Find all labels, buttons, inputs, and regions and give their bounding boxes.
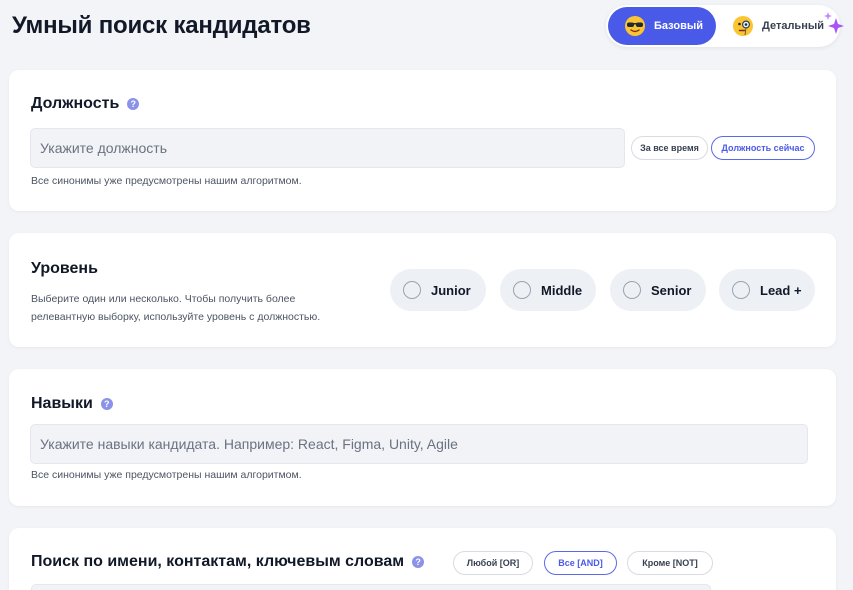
sparkle-icon (824, 12, 844, 34)
keyword-card: Поиск по имени, контактам, ключевым слов… (9, 528, 836, 590)
operator-not-option[interactable]: Кроме [NOT] (627, 551, 713, 575)
page-title: Умный поиск кандидатов (12, 12, 311, 39)
level-title: Уровень (31, 260, 98, 277)
radio-icon (513, 281, 531, 299)
skills-input[interactable] (30, 424, 808, 464)
level-label: Junior (431, 282, 471, 298)
skills-title: Навыки (31, 395, 93, 412)
all-time-option[interactable]: За все время (631, 136, 708, 160)
level-lead-option[interactable]: Lead + (719, 269, 815, 311)
keyword-input[interactable] (31, 584, 711, 590)
help-icon[interactable]: ? (100, 398, 113, 410)
level-junior-option[interactable]: Junior (390, 269, 486, 311)
position-card: Должность ? За все время Должность сейча… (9, 70, 836, 211)
level-senior-option[interactable]: Senior (610, 269, 706, 311)
operator-or-option[interactable]: Любой [OR] (453, 551, 533, 575)
radio-icon (623, 281, 641, 299)
radio-icon (403, 281, 421, 299)
help-icon[interactable]: ? (412, 556, 425, 568)
position-title-row: Должность ? (31, 95, 140, 113)
level-label: Senior (651, 282, 692, 298)
skills-title-row: Навыки ? (31, 395, 113, 413)
operator-and-option[interactable]: Все [AND] (544, 551, 617, 575)
level-hint: Выберите один или несколько. Чтобы получ… (31, 293, 321, 323)
keyword-title-row: Поиск по имени, контактам, ключевым слов… (31, 553, 425, 571)
position-input[interactable] (30, 128, 625, 168)
level-card: Уровень Выберите один или несколько. Что… (9, 233, 836, 347)
level-middle-option[interactable]: Middle (500, 269, 596, 311)
sunglasses-emoji-icon (624, 15, 646, 37)
basic-mode-label: Базовый (654, 20, 703, 32)
detailed-mode-button[interactable]: Детальный (720, 7, 838, 45)
keyword-title: Поиск по имени, контактам, ключевым слов… (31, 553, 405, 570)
basic-mode-button[interactable]: Базовый (608, 7, 716, 45)
radio-icon (732, 281, 750, 299)
skills-card: Навыки ? Все синонимы уже предусмотрены … (9, 369, 836, 506)
monocle-emoji-icon (732, 15, 754, 37)
position-hint: Все синонимы уже предусмотрены нашим алг… (31, 175, 302, 187)
position-title: Должность (31, 95, 120, 112)
current-position-option[interactable]: Должность сейчас (711, 136, 815, 160)
search-mode-switch: Базовый Детальный (606, 5, 840, 47)
level-label: Lead + (760, 282, 802, 298)
level-label: Middle (541, 282, 583, 298)
detailed-mode-label: Детальный (762, 20, 824, 32)
help-icon[interactable]: ? (127, 98, 140, 110)
skills-hint: Все синонимы уже предусмотрены нашим алг… (31, 469, 302, 481)
